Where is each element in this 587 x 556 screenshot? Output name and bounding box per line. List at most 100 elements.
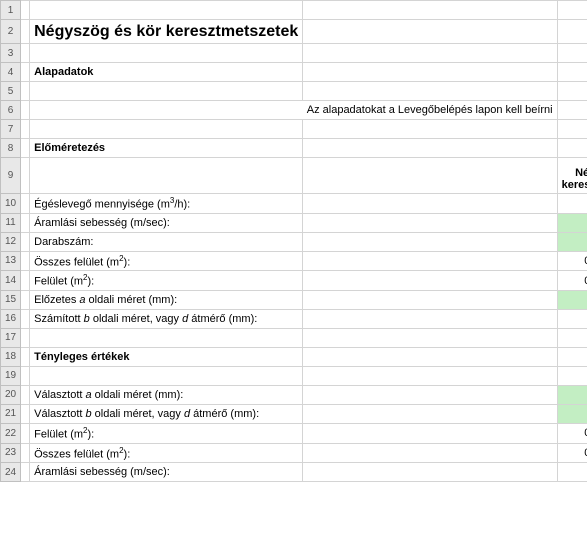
cell[interactable] [303,251,557,271]
value-highlight[interactable]: 2,5 [557,213,587,232]
cell[interactable] [557,366,587,385]
title[interactable]: Négyszög és kör keresztmetszetek [30,20,303,44]
row-header[interactable]: 9 [1,158,21,194]
cell[interactable] [557,328,587,347]
cell[interactable] [303,213,557,232]
cell[interactable] [21,347,30,366]
label-calc-b[interactable]: Számított b oldali méret, vagy d átmérő … [30,309,303,328]
cell[interactable] [303,20,557,44]
row-header[interactable]: 18 [1,347,21,366]
cell[interactable] [303,271,557,291]
value-highlight[interactable]: 150 [557,385,587,404]
cell[interactable] [557,347,587,366]
cell[interactable] [30,158,303,194]
row-header[interactable]: 22 [1,423,21,443]
row-header[interactable]: 16 [1,309,21,328]
row-header[interactable]: 7 [1,120,21,139]
cell[interactable] [303,443,557,463]
row-header[interactable]: 10 [1,194,21,214]
row-header[interactable]: 1 [1,1,21,20]
cell[interactable] [21,213,30,232]
cell[interactable] [303,366,557,385]
label-count[interactable]: Darabszám: [30,232,303,251]
label-area[interactable]: Felület (m2): [30,271,303,291]
row-header[interactable]: 23 [1,443,21,463]
value-highlight[interactable]: 1 [557,232,587,251]
cell[interactable] [21,44,30,63]
cell[interactable] [303,82,557,101]
label-chosen-b[interactable]: Választott b oldali méret, vagy d átmérő… [30,404,303,423]
cell[interactable] [303,309,557,328]
cell[interactable] [303,63,557,82]
cell[interactable] [21,82,30,101]
note-text[interactable]: Az alapadatokat a Levegőbelépés lapon ke… [303,101,557,120]
label-combustion-air[interactable]: Égéslevegő mennyisége (m3/h): [30,194,303,214]
cell[interactable] [303,385,557,404]
cell[interactable] [21,139,30,158]
cell[interactable] [21,366,30,385]
cell[interactable] [303,463,557,482]
cell[interactable] [303,328,557,347]
row-header[interactable]: 11 [1,213,21,232]
value[interactable]: 2,04 [557,463,587,482]
row-header[interactable]: 15 [1,290,21,309]
value[interactable]: 0,0150 [557,443,587,463]
label-chosen-a[interactable]: Választott a oldali méret (mm): [30,385,303,404]
row-header[interactable]: 12 [1,232,21,251]
cell[interactable] [21,232,30,251]
row-header[interactable]: 24 [1,463,21,482]
row-header[interactable]: 6 [1,101,21,120]
cell[interactable] [303,44,557,63]
value[interactable]: 0,0150 [557,423,587,443]
row-header[interactable]: 2 [1,20,21,44]
value-highlight[interactable]: 100 [557,404,587,423]
cell[interactable] [303,404,557,423]
cell[interactable] [21,271,30,291]
cell[interactable] [303,139,557,158]
label-flow-speed-actual[interactable]: Áramlási sebesség (m/sec): [30,463,303,482]
row-header[interactable]: 8 [1,139,21,158]
row-header[interactable]: 4 [1,63,21,82]
cell[interactable] [21,290,30,309]
section-basic-heading[interactable]: Alapadatok [30,63,303,82]
cell[interactable] [557,101,587,120]
value[interactable]: 0,0123 [557,271,587,291]
row-header[interactable]: 20 [1,385,21,404]
value-highlight[interactable]: 150 [557,290,587,309]
col-header-rect[interactable]: Négyszög keresztmetszet [557,158,587,194]
cell[interactable] [557,120,587,139]
row-header[interactable]: 17 [1,328,21,347]
cell[interactable] [557,1,587,20]
cell[interactable] [30,82,303,101]
cell[interactable] [21,251,30,271]
cell[interactable] [303,1,557,20]
label-total-area-actual[interactable]: Összes felület (m2): [30,443,303,463]
cell[interactable] [21,158,30,194]
cell[interactable] [21,385,30,404]
row-header[interactable]: 21 [1,404,21,423]
cell[interactable] [21,309,30,328]
cell[interactable] [303,194,557,214]
cell[interactable] [557,44,587,63]
cell[interactable] [21,63,30,82]
cell[interactable] [21,101,30,120]
section-actual-heading[interactable]: Tényleges értékek [30,347,303,366]
row-header[interactable]: 13 [1,251,21,271]
label-flow-speed[interactable]: Áramlási sebesség (m/sec): [30,213,303,232]
label-total-area[interactable]: Összes felület (m2): [30,251,303,271]
cell[interactable] [303,158,557,194]
cell[interactable] [21,20,30,44]
cell[interactable] [303,120,557,139]
cell[interactable] [303,347,557,366]
cell[interactable] [30,1,303,20]
cell[interactable] [303,232,557,251]
cell[interactable] [303,423,557,443]
cell[interactable] [303,290,557,309]
row-header[interactable]: 14 [1,271,21,291]
label-prelim-a[interactable]: Előzetes a oldali méret (mm): [30,290,303,309]
value[interactable]: 82 [557,309,587,328]
cell[interactable] [557,139,587,158]
cell[interactable] [557,20,587,44]
cell[interactable] [21,404,30,423]
cell[interactable] [30,328,303,347]
